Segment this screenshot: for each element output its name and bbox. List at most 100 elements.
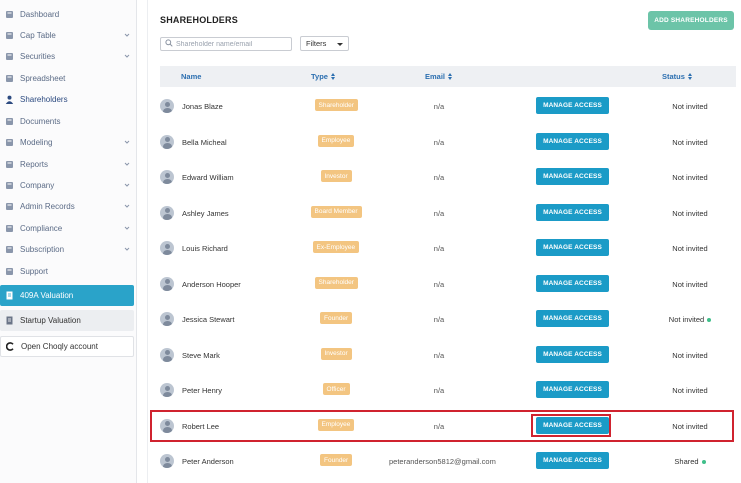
manage-access-button[interactable]: MANAGE ACCESS: [536, 345, 609, 363]
document-icon: [5, 316, 14, 325]
status-text: Not invited: [672, 279, 708, 289]
manage-access-button[interactable]: MANAGE ACCESS: [536, 168, 609, 185]
table-row: Bella Micheal Employee n/a MANAGE ACCESS Not…: [160, 124, 736, 159]
table-row: Peter Anderson Founder peteranderson5812@g…: [160, 443, 736, 478]
table-row: Edward William Investor n/a MANAGE ACCESS No…: [160, 159, 736, 194]
sidebar-item-label: Cap Table: [20, 30, 56, 40]
add-shareholders-button[interactable]: ADD SHAREHOLDERS: [648, 11, 734, 30]
manage-access-button[interactable]: MANAGE ACCESS: [536, 274, 609, 292]
status-cell: Not invited: [650, 280, 730, 289]
documents-icon: [5, 117, 14, 126]
filters-label: Filters: [306, 39, 327, 48]
shareholder-email: n/a: [433, 279, 445, 289]
avatar-icon: [160, 99, 174, 113]
manage-access-button[interactable]: MANAGE ACCESS: [536, 381, 609, 398]
type-badge: Founder: [320, 312, 353, 324]
page-title: SHAREHOLDERS: [160, 15, 238, 25]
status-cell: Not invited: [650, 138, 730, 147]
chevron-down-icon: [123, 52, 131, 60]
shareholder-email: n/a: [433, 244, 445, 253]
filters-dropdown[interactable]: Filters: [300, 36, 349, 51]
sidebar-item-company[interactable]: Company: [0, 175, 137, 195]
sidebar-item-startup-valuation[interactable]: Startup Valuation: [0, 310, 134, 331]
highlight-button-outline: [531, 414, 611, 437]
chevron-down-icon: [123, 245, 131, 253]
table-row: Anderson Hooper Shareholder n/a MANAGE ACCE…: [160, 266, 736, 301]
sidebar-item-securities[interactable]: Securities: [0, 46, 137, 66]
type-badge: Officer: [322, 383, 350, 395]
sort-icon: [448, 73, 453, 80]
sidebar-item-dashboard[interactable]: Dashboard: [0, 4, 137, 24]
person-icon: [5, 95, 14, 104]
sidebar-item-documents[interactable]: Documents: [0, 111, 137, 131]
admin-records-icon: [5, 202, 14, 211]
cap-table-icon: [5, 31, 14, 40]
manage-access-button[interactable]: MANAGE ACCESS: [536, 452, 609, 469]
shareholder-name: Jonas Blaze: [182, 102, 223, 111]
status-text: Not invited: [672, 173, 708, 182]
type-badge: Investor: [320, 170, 352, 182]
sidebar-item-support[interactable]: Support: [0, 261, 137, 281]
document-icon: [5, 291, 14, 300]
shareholder-email: n/a: [433, 137, 445, 147]
sidebar-item-spreadsheet[interactable]: Spreadsheet: [0, 68, 137, 88]
column-header-email[interactable]: Email: [425, 72, 453, 81]
avatar-icon: [160, 205, 174, 220]
status-text: Not invited: [672, 386, 708, 395]
sidebar-item-label: Subscription: [20, 244, 65, 254]
sidebar-item-cap-table[interactable]: Cap Table: [0, 25, 137, 45]
subscription-icon: [5, 245, 14, 254]
status-cell: Not invited: [650, 173, 730, 182]
chevron-down-icon: [123, 138, 131, 146]
type-badge: Shareholder: [314, 99, 358, 111]
column-header-name[interactable]: Name: [181, 72, 201, 81]
table-row: Peter Henry Officer n/a MANAGE ACCESS Not in…: [160, 372, 736, 407]
sidebar-item-admin-records[interactable]: Admin Records: [0, 196, 137, 216]
manage-access-button[interactable]: MANAGE ACCESS: [536, 239, 609, 256]
table-header: Name Type Email Status: [160, 66, 736, 87]
search-box[interactable]: [160, 37, 292, 51]
manage-access-button[interactable]: MANAGE ACCESS: [536, 203, 609, 221]
sidebar-item-label: Admin Records: [20, 201, 75, 211]
chevron-down-icon: [337, 43, 343, 46]
choqly-logo-icon: [5, 342, 15, 351]
table-row: Jessica Stewart Founder n/a MANAGE ACCESS No…: [160, 301, 736, 336]
status-text: Not invited: [672, 102, 708, 111]
shareholder-email: n/a: [433, 173, 445, 182]
chevron-down-icon: [123, 224, 131, 232]
shareholder-name: Edward William: [182, 173, 234, 182]
sidebar-item-label: Compliance: [20, 223, 63, 233]
shareholder-name: Steve Mark: [182, 350, 220, 360]
status-cell: Shared: [650, 457, 730, 466]
manage-access-button[interactable]: MANAGE ACCESS: [536, 97, 609, 114]
sidebar-item-label: Open Choqly account: [21, 342, 98, 351]
avatar-icon: [160, 170, 174, 184]
chevron-down-icon: [123, 181, 131, 189]
shareholder-name: Jessica Stewart: [182, 315, 235, 324]
status-dot-icon: [701, 460, 706, 465]
securities-icon: [5, 52, 14, 61]
sidebar-item-label: Startup Valuation: [20, 316, 81, 325]
status-text: Not invited: [672, 137, 708, 147]
manage-access-button[interactable]: MANAGE ACCESS: [536, 310, 609, 327]
sidebar-item-modeling[interactable]: Modeling: [0, 132, 137, 152]
table-row: Jonas Blaze Shareholder n/a MANAGE ACCESS No…: [160, 88, 736, 123]
sidebar: Dashboard Cap Table Securities Spreadsheet S…: [0, 0, 137, 483]
sidebar-item-open-account[interactable]: Open Choqly account: [0, 336, 134, 357]
shareholder-name: Bella Micheal: [182, 137, 227, 147]
manage-access-button[interactable]: MANAGE ACCESS: [536, 132, 609, 150]
column-header-status[interactable]: Status: [662, 72, 692, 81]
search-input[interactable]: [176, 40, 288, 48]
reports-icon: [5, 160, 14, 169]
table-row: Louis Richard Ex-Employee n/a MANAGE ACCESS…: [160, 230, 736, 265]
sidebar-item-reports[interactable]: Reports: [0, 154, 137, 174]
sidebar-item-compliance[interactable]: Compliance: [0, 218, 137, 238]
sidebar-item-409a-valuation[interactable]: 409A Valuation: [0, 285, 134, 306]
sidebar-item-shareholders[interactable]: Shareholders: [0, 89, 137, 109]
status-cell: Not invited: [650, 386, 730, 395]
column-header-type[interactable]: Type: [311, 72, 335, 81]
search-icon: [165, 39, 173, 49]
avatar-icon: [160, 347, 174, 362]
sidebar-item-subscription[interactable]: Subscription: [0, 239, 137, 259]
shareholder-email: n/a: [433, 315, 445, 324]
